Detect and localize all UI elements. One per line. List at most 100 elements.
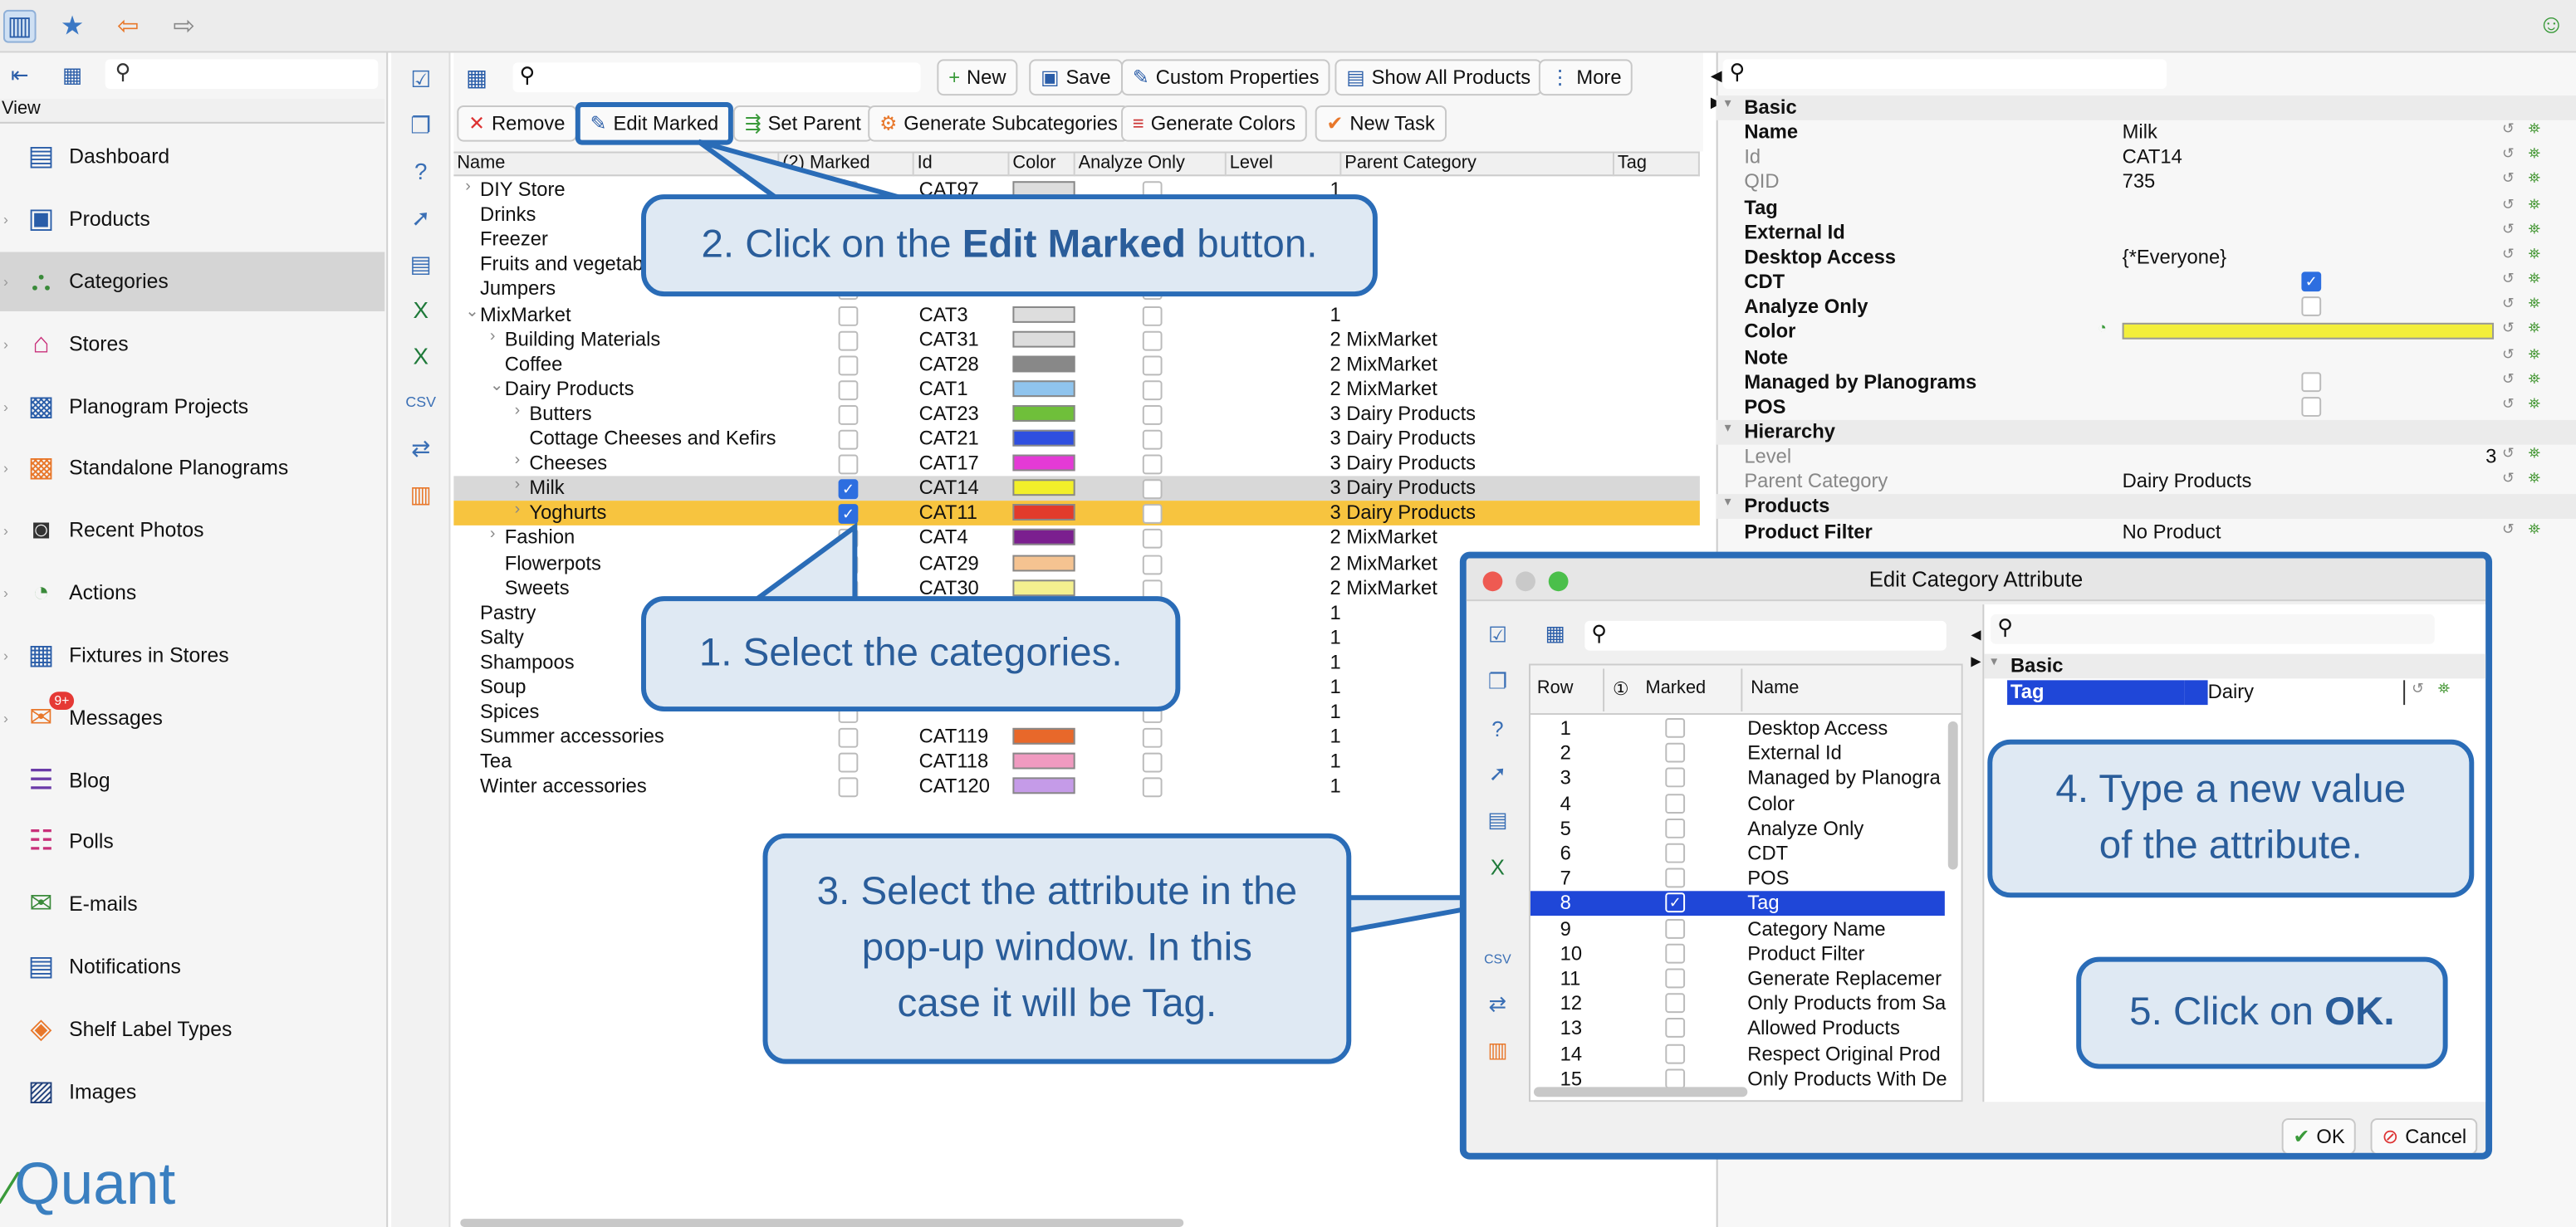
inherit-icon[interactable]: ⛯ <box>2438 680 2450 698</box>
close-window-button[interactable] <box>1482 571 1503 592</box>
attribute-marked-checkbox[interactable] <box>1665 943 1686 964</box>
attribute-list-header: Row ① Marked Name <box>1530 665 1961 716</box>
attribute-marked-checkbox[interactable] <box>1665 1043 1686 1063</box>
app-window: ▥ ★ ⇦ ⇨ ☺ ⇤ ▦ ⚲ View ▤ Dashboard › ▣ Produc… <box>0 0 2576 1227</box>
attribute-row[interactable]: 2 External Id <box>1530 741 1945 766</box>
tag-key-divider <box>2184 680 2208 706</box>
attribute-name: Respect Original Prod <box>1747 1041 1941 1065</box>
attribute-row[interactable]: 5 Analyze Only <box>1530 817 1945 842</box>
minimize-window-button[interactable] <box>1516 571 1535 592</box>
attribute-row-number: 3 <box>1560 766 1571 790</box>
callout-step-3: 3. Select the attribute in the pop-up wi… <box>762 833 1352 1064</box>
attribute-name: Allowed Products <box>1747 1016 1900 1040</box>
attribute-marked-checkbox[interactable] <box>1665 993 1686 1014</box>
dialog-search-input[interactable]: ⚲ <box>1584 620 1947 651</box>
attribute-row-number: 4 <box>1560 791 1571 815</box>
attribute-row-number: 6 <box>1560 841 1571 865</box>
attribute-marked-checkbox[interactable] <box>1665 717 1686 738</box>
ok-button[interactable]: ✔ OK <box>2281 1118 2357 1153</box>
dialog-title: Edit Category Attribute <box>1868 566 2084 592</box>
horizontal-scrollbar[interactable] <box>1533 1087 1748 1097</box>
sort-icon: ① <box>1612 680 1629 701</box>
attribute-row-number: 7 <box>1560 866 1571 890</box>
attribute-row-number: 13 <box>1560 1016 1583 1040</box>
transfer-icon[interactable]: ⇄ <box>1483 990 1513 1019</box>
attribute-row[interactable]: 8 ✓ Tag <box>1530 892 1945 917</box>
attribute-row[interactable]: 9 Category Name <box>1530 917 1945 941</box>
attribute-name: Only Products With De <box>1747 1067 1947 1090</box>
attribute-name: Color <box>1747 791 1795 815</box>
cancel-icon: ⊘ <box>2382 1124 2399 1148</box>
search-icon: ⚲ <box>1591 620 1608 646</box>
attribute-name: Analyze Only <box>1747 816 1864 840</box>
callout-step-5: 5. Click on OK. <box>2076 956 2448 1069</box>
attribute-name: External Id <box>1747 741 1842 765</box>
attribute-marked-checkbox[interactable] <box>1665 768 1686 789</box>
attribute-name: Product Filter <box>1747 941 1865 965</box>
attribute-row-number: 14 <box>1560 1041 1583 1065</box>
editor-search-input[interactable]: ⚲ <box>1991 614 2435 644</box>
attribute-name: Desktop Access <box>1747 716 1888 740</box>
vertical-scrollbar[interactable] <box>1947 721 1958 870</box>
maximize-window-button[interactable] <box>1548 571 1569 592</box>
attribute-row[interactable]: 14 Respect Original Prod <box>1530 1042 1945 1067</box>
attribute-name: Generate Replacemer <box>1747 966 1942 990</box>
help-icon[interactable]: ? <box>1483 713 1513 743</box>
attribute-row[interactable]: 1 Desktop Access <box>1530 716 1945 741</box>
callout-1-pointer <box>748 521 858 603</box>
document-icon[interactable]: ▤ <box>1483 805 1513 835</box>
attribute-name: Managed by Planogra <box>1747 766 1941 790</box>
chart-icon[interactable]: ▥ <box>1483 1036 1513 1066</box>
attribute-row[interactable]: 10 Product Filter <box>1530 941 1945 966</box>
tag-attribute-key: Tag <box>2007 680 2185 706</box>
attribute-marked-checkbox[interactable] <box>1665 1068 1686 1088</box>
editor-group-basic[interactable]: ▾ Basic <box>1984 653 2486 679</box>
attribute-list: Row ① Marked Name 1 Desktop Access 2 Extern… <box>1529 663 1963 1102</box>
cancel-button[interactable]: ⊘ Cancel <box>2370 1118 2479 1153</box>
checklist-icon[interactable]: ☑ <box>1483 621 1513 651</box>
attribute-row[interactable]: 11 Generate Replacemer <box>1530 967 1945 992</box>
attribute-name: CDT <box>1747 841 1789 865</box>
csv-icon[interactable]: CSV <box>1483 944 1513 974</box>
attribute-row-number: 12 <box>1560 991 1583 1015</box>
search-icon: ⚲ <box>1997 614 2014 639</box>
tag-value-input[interactable]: Dairy <box>2208 680 2406 706</box>
export-icon[interactable]: ➚ <box>1483 760 1513 789</box>
callout-step-4: 4. Type a new value of the attribute. <box>1987 739 2475 898</box>
copy-icon[interactable]: ❐ <box>1483 667 1513 697</box>
attribute-row-number: 11 <box>1560 966 1581 990</box>
chevron-down-icon: ▾ <box>1991 653 1998 669</box>
attribute-row-number: 9 <box>1560 917 1571 940</box>
attribute-marked-checkbox[interactable] <box>1665 868 1686 888</box>
attribute-name: Category Name <box>1747 917 1886 940</box>
attribute-row-number: 2 <box>1560 741 1571 765</box>
attribute-row[interactable]: 6 CDT <box>1530 842 1945 867</box>
attribute-marked-checkbox[interactable] <box>1665 793 1686 814</box>
check-circle-icon: ✔ <box>2293 1124 2310 1148</box>
attribute-row[interactable]: 13 Allowed Products <box>1530 1017 1945 1042</box>
attribute-marked-checkbox[interactable] <box>1665 918 1686 939</box>
attribute-row-number: 8 <box>1560 892 1571 915</box>
excel-import-icon[interactable]: X <box>1483 852 1513 882</box>
dialog-title-bar: Edit Category Attribute <box>1466 558 2486 602</box>
attribute-row-number: 1 <box>1560 716 1571 740</box>
callout-2-pointer <box>697 139 902 201</box>
reset-icon[interactable]: ↺ <box>2412 680 2424 698</box>
edit-category-attribute-dialog: Edit Category Attribute ☑ ❐ ? ➚ ▤ X CSV … <box>1459 551 2493 1160</box>
attribute-editor: ⚲ ▾ Basic Tag Dairy ↺ ⛯ 4. Type a new va… <box>1982 604 2486 1102</box>
attribute-marked-checkbox[interactable] <box>1665 968 1686 989</box>
attribute-name: POS <box>1747 866 1790 890</box>
attribute-marked-checkbox[interactable] <box>1665 843 1686 863</box>
attribute-marked-checkbox[interactable] <box>1665 818 1686 838</box>
callout-step-1: 1. Select the categories. <box>641 596 1181 712</box>
attribute-marked-checkbox[interactable] <box>1665 1018 1686 1039</box>
attribute-name: Tag <box>1747 892 1780 915</box>
table-layout-icon[interactable]: ▦ <box>1539 618 1572 651</box>
attribute-row-number: 10 <box>1560 941 1583 965</box>
attribute-marked-checkbox[interactable] <box>1665 743 1686 763</box>
attribute-marked-checkbox[interactable]: ✓ <box>1665 893 1686 913</box>
attribute-row[interactable]: 4 Color <box>1530 791 1945 816</box>
attribute-row[interactable]: 3 Managed by Planogra <box>1530 766 1945 791</box>
attribute-row[interactable]: 12 Only Products from Sa <box>1530 991 1947 1017</box>
attribute-row[interactable]: 7 POS <box>1530 867 1945 892</box>
